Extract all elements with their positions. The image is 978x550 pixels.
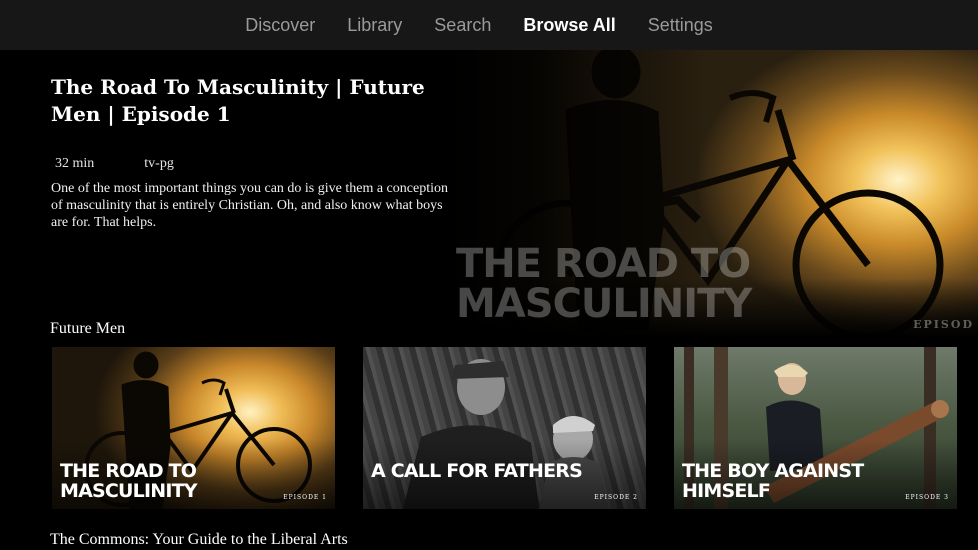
top-nav: Discover Library Search Browse All Setti… [0, 0, 978, 50]
hero-title: The Road To Masculinity | Future Men | E… [51, 75, 425, 126]
hero-artwork: THE ROAD TO MASCULINITY EPISOD [448, 50, 978, 338]
nav-library[interactable]: Library [331, 15, 418, 36]
rating-label: tv-pg [144, 156, 174, 171]
episode-number-3: EPISODE 3 [905, 494, 949, 501]
section-title-the-commons: The Commons: Your Guide to the Liberal A… [50, 531, 348, 548]
nav-discover[interactable]: Discover [229, 15, 331, 36]
nav-browse-all[interactable]: Browse All [507, 15, 631, 36]
hero-art-title: THE ROAD TO MASCULINITY [456, 241, 752, 327]
episode-title-3: THE BOY AGAINST HIMSELF [682, 460, 864, 502]
hero-meta: 32 min tv-pg [55, 156, 174, 172]
episode-title-2: A CALL FOR FATHERS [371, 460, 583, 482]
episode-number-1: EPISODE 1 [283, 494, 327, 501]
nav-settings[interactable]: Settings [632, 15, 729, 36]
episode-title-1: THE ROAD TO MASCULINITY [60, 460, 198, 502]
episode-row: THE ROAD TO MASCULINITY EPISODE 1 A CALL… [52, 347, 957, 509]
episode-card-2[interactable]: A CALL FOR FATHERS EPISODE 2 [363, 347, 646, 509]
hero-art-episode: EPISOD [913, 318, 974, 331]
episode-card-1[interactable]: THE ROAD TO MASCULINITY EPISODE 1 [52, 347, 335, 509]
duration-label: 32 min [55, 156, 95, 171]
nav-search[interactable]: Search [418, 15, 507, 36]
hero-description: One of the most important things you can… [51, 181, 448, 230]
episode-number-2: EPISODE 2 [594, 494, 638, 501]
nav-items: Discover Library Search Browse All Setti… [229, 15, 729, 36]
section-title-future-men: Future Men [50, 320, 126, 337]
episode-card-3[interactable]: THE BOY AGAINST HIMSELF EPISODE 3 [674, 347, 957, 509]
